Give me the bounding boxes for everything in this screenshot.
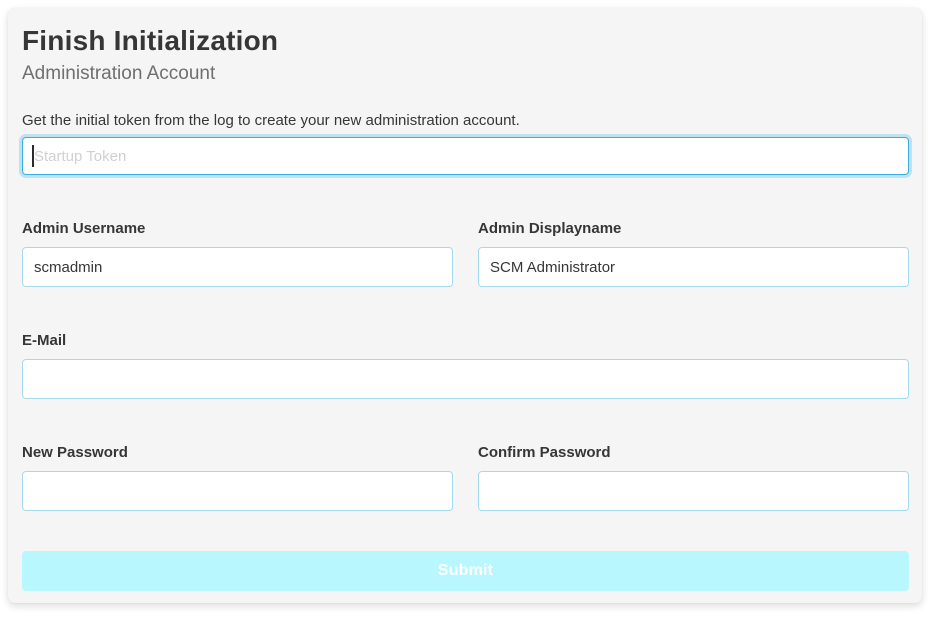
page-title: Finish Initialization (22, 24, 909, 58)
confirm-password-label: Confirm Password (478, 443, 909, 463)
page-subtitle: Administration Account (22, 62, 909, 86)
new-password-field-group: New Password (22, 443, 453, 511)
admin-displayname-field-group: Admin Displayname (478, 219, 909, 287)
startup-token-field-group (22, 137, 909, 175)
confirm-password-field-group: Confirm Password (478, 443, 909, 511)
admin-displayname-label: Admin Displayname (478, 219, 909, 239)
email-label: E-Mail (22, 331, 909, 351)
startup-token-input[interactable] (22, 137, 909, 175)
admin-displayname-input[interactable] (478, 247, 909, 287)
initialization-card: Finish Initialization Administration Acc… (8, 8, 922, 603)
password-row: New Password Confirm Password (22, 443, 909, 511)
email-input[interactable] (22, 359, 909, 399)
admin-username-input[interactable] (22, 247, 453, 287)
username-displayname-row: Admin Username Admin Displayname (22, 219, 909, 287)
new-password-input[interactable] (22, 471, 453, 511)
admin-username-field-group: Admin Username (22, 219, 453, 287)
new-password-label: New Password (22, 443, 453, 463)
submit-button[interactable]: Submit (22, 551, 909, 591)
confirm-password-input[interactable] (478, 471, 909, 511)
text-cursor-caret (32, 145, 34, 167)
intro-text: Get the initial token from the log to cr… (22, 111, 909, 131)
admin-username-label: Admin Username (22, 219, 453, 239)
email-field-group: E-Mail (22, 331, 909, 399)
